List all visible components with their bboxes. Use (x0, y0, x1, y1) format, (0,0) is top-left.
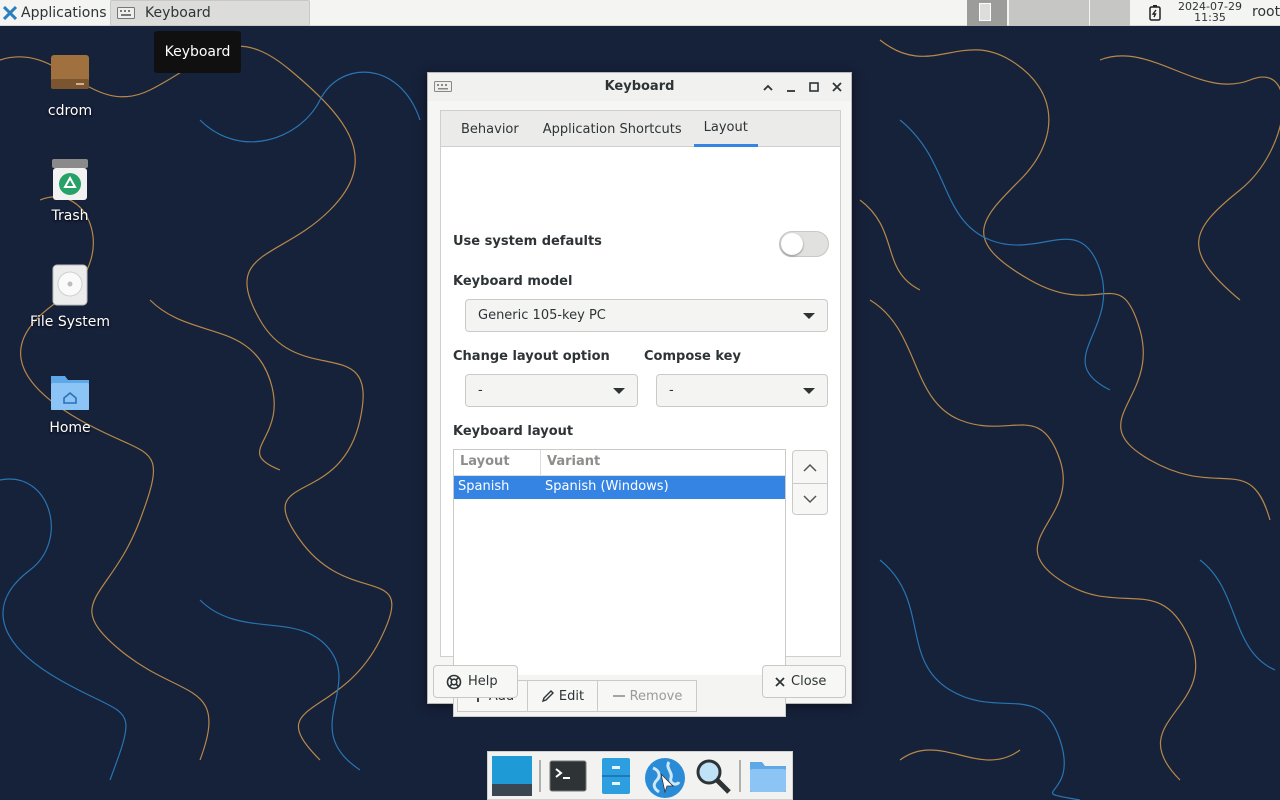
desktop-icon-label: File System (29, 314, 111, 330)
use-system-defaults-switch[interactable] (779, 231, 829, 257)
compose-key-label: Compose key (644, 349, 741, 364)
tab-behavior[interactable]: Behavior (441, 111, 529, 147)
compose-key-combo[interactable]: - (656, 374, 828, 407)
globe-icon (645, 758, 685, 798)
keyboard-model-label: Keyboard model (453, 274, 573, 289)
taskbar-keyboard-button[interactable]: Keyboard (110, 0, 310, 26)
power-icon[interactable] (1146, 4, 1164, 22)
keyboard-model-value: Generic 105-key PC (478, 308, 606, 323)
close-button[interactable]: Close (762, 665, 846, 698)
workspace-4[interactable] (1090, 0, 1130, 26)
desktop-icon-label: cdrom (47, 103, 93, 119)
dock-app-finder[interactable] (693, 756, 733, 796)
close-window-button[interactable] (827, 77, 847, 97)
taskbar-tooltip: Keyboard (154, 31, 241, 73)
close-label: Close (791, 674, 827, 689)
trash-icon (48, 158, 92, 202)
keyboard-icon (117, 7, 135, 19)
column-header-variant[interactable]: Variant (541, 450, 600, 475)
dropdown-arrow-icon (803, 388, 815, 394)
taskbar-keyboard-label: Keyboard (145, 5, 211, 21)
tab-application-shortcuts[interactable]: Application Shortcuts (533, 111, 692, 147)
chevron-down-icon (803, 495, 817, 504)
chevron-up-icon (763, 84, 773, 91)
filing-cabinet-icon (602, 758, 630, 794)
list-header: Layout Variant (454, 450, 785, 476)
minus-icon (612, 695, 625, 697)
dock-file-manager[interactable] (596, 756, 636, 796)
window-titlebar[interactable]: Keyboard (428, 73, 851, 101)
tab-layout[interactable]: Layout (693, 111, 758, 147)
change-layout-option-value: - (478, 383, 483, 398)
variant-cell: Spanish (Windows) (545, 479, 669, 494)
edit-label: Edit (558, 688, 585, 704)
dock-separator (739, 760, 741, 792)
minimize-button[interactable] (781, 77, 801, 97)
help-lifebuoy-icon (446, 674, 462, 689)
close-icon (775, 676, 785, 687)
applications-label: Applications (21, 4, 107, 21)
magnifier-icon (696, 759, 731, 794)
keyboard-settings-window: Keyboard Behavior Application Shortcuts … (427, 72, 852, 717)
xfce-logo-icon (3, 5, 17, 20)
terminal-icon (549, 760, 587, 792)
move-up-button[interactable] (793, 451, 827, 483)
maximize-button[interactable] (804, 77, 824, 97)
dock-show-desktop[interactable] (492, 756, 532, 796)
dock-home-folder[interactable] (748, 756, 788, 796)
close-icon (832, 82, 842, 92)
minimize-icon (787, 90, 795, 92)
help-label: Help (468, 674, 498, 689)
clock-time: 11:35 (1194, 11, 1226, 24)
remove-label: Remove (629, 688, 683, 704)
desktop-icon-label: Home (49, 420, 91, 436)
user-menu[interactable]: root (1252, 4, 1280, 20)
dropdown-arrow-icon (613, 388, 625, 394)
layout-cell: Spanish (458, 479, 510, 494)
change-layout-option-combo[interactable]: - (465, 374, 638, 407)
desktop-icon-home[interactable]: Home (20, 370, 120, 436)
desktop-icon-label: Trash (51, 208, 89, 224)
column-header-layout[interactable]: Layout (454, 450, 541, 475)
maximize-icon (809, 82, 819, 92)
shade-button[interactable] (758, 77, 778, 97)
remove-layout-button[interactable]: Remove (597, 680, 697, 712)
list-item[interactable]: Spanish Spanish (Windows) (454, 476, 785, 499)
bottom-dock (487, 751, 793, 800)
top-panel: Applications ⁝ Keyboard 2024-07-29 11:35… (0, 0, 1280, 26)
desktop-icon-trash[interactable]: Trash (20, 158, 120, 224)
chevron-up-icon (803, 463, 817, 472)
workspace-1[interactable] (967, 0, 1007, 26)
folder-icon (750, 762, 786, 792)
switch-knob (781, 233, 803, 255)
settings-notebook: Behavior Application Shortcuts Layout Us… (440, 110, 841, 717)
dock-web-browser[interactable] (643, 756, 685, 798)
change-layout-option-label: Change layout option (453, 349, 610, 364)
show-desktop-icon (492, 756, 532, 796)
home-folder-icon (48, 370, 92, 414)
keyboard-model-combo[interactable]: Generic 105-key PC (465, 299, 828, 332)
layout-order-buttons (792, 450, 828, 515)
applications-menu-button[interactable]: Applications ⁝ (0, 0, 120, 26)
desktop-icon-cdrom[interactable]: cdrom (20, 53, 120, 119)
panel-clock[interactable]: 2024-07-29 11:35 (1176, 1, 1244, 23)
workspace-2[interactable] (1009, 0, 1049, 26)
workspace-3[interactable] (1049, 0, 1089, 26)
hard-drive-icon (48, 264, 92, 308)
dock-terminal[interactable] (548, 756, 588, 796)
keyboard-layout-label: Keyboard layout (453, 424, 574, 439)
dock-separator (539, 760, 541, 792)
compose-key-value: - (669, 383, 674, 398)
cdrom-drive-icon (48, 53, 92, 97)
help-button[interactable]: Help (433, 665, 518, 698)
edit-layout-button[interactable]: Edit (527, 680, 598, 712)
pencil-icon (541, 690, 554, 703)
dropdown-arrow-icon (803, 313, 815, 319)
desktop-icon-file-system[interactable]: File System (20, 264, 120, 330)
tab-bar: Behavior Application Shortcuts Layout (441, 111, 840, 147)
move-down-button[interactable] (793, 483, 827, 515)
use-system-defaults-label: Use system defaults (453, 234, 602, 249)
